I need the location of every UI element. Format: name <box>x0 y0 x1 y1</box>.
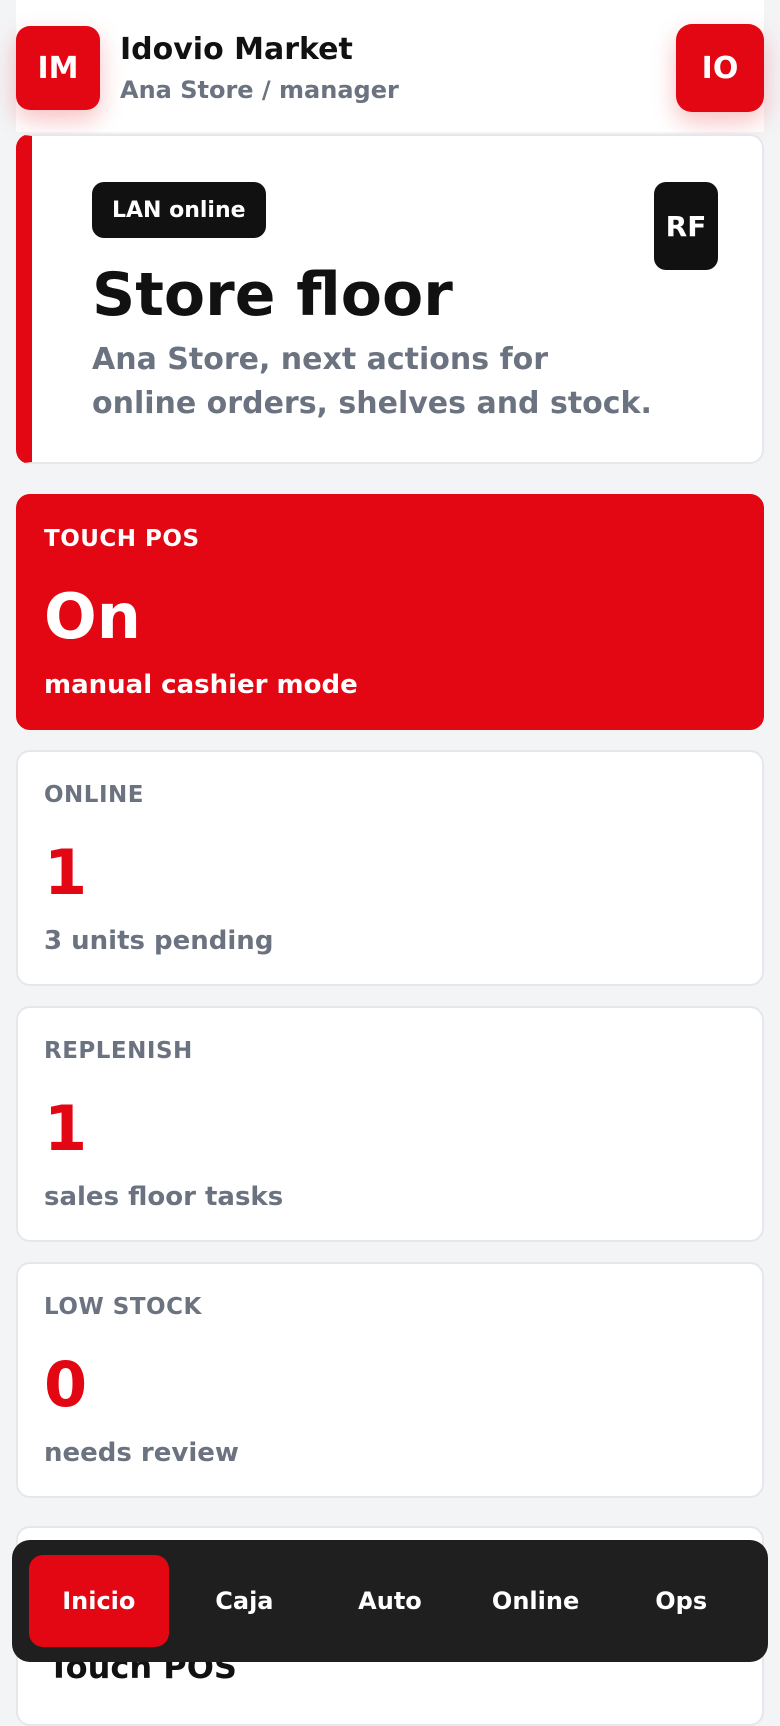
card-value: 1 <box>44 1092 88 1165</box>
card-subtitle: needs review <box>44 1438 239 1468</box>
card-label: TOUCH POS <box>44 526 200 552</box>
card-subtitle: sales floor tasks <box>44 1182 284 1212</box>
card-label: ONLINE <box>44 782 144 808</box>
card-value: 1 <box>44 836 88 909</box>
card-value: On <box>44 580 141 653</box>
nav-item-ops[interactable]: Ops <box>611 1555 751 1647</box>
page-title: Store floor <box>92 260 453 330</box>
card-label: REPLENISH <box>44 1038 193 1064</box>
app-subtitle: Ana Store / manager <box>120 76 399 104</box>
rf-button[interactable]: RF <box>654 182 718 270</box>
bottom-nav: Inicio Caja Auto Online Ops <box>12 1540 768 1662</box>
replenish-card[interactable]: REPLENISH 1 sales floor tasks <box>16 1006 764 1242</box>
nav-item-inicio[interactable]: Inicio <box>28 1555 169 1647</box>
nav-item-online[interactable]: Online <box>466 1555 606 1647</box>
store-floor-hero-card: LAN online RF Store floor Ana Store, nex… <box>16 134 764 464</box>
lan-status-badge: LAN online <box>92 182 266 238</box>
app-header: IM Idovio Market Ana Store / manager IO <box>16 0 764 132</box>
card-label: LOW STOCK <box>44 1294 202 1320</box>
user-avatar-button[interactable]: IO <box>676 24 764 112</box>
nav-item-caja[interactable]: Caja <box>174 1555 314 1647</box>
card-subtitle: manual cashier mode <box>44 670 358 700</box>
page-description: Ana Store, next actions for online order… <box>92 342 652 421</box>
app-title: Idovio Market <box>120 32 353 67</box>
store-logo-avatar: IM <box>16 26 100 110</box>
touch-pos-card[interactable]: TOUCH POS On manual cashier mode <box>16 494 764 730</box>
card-subtitle: 3 units pending <box>44 926 274 956</box>
online-card[interactable]: ONLINE 1 3 units pending <box>16 750 764 986</box>
low-stock-card[interactable]: LOW STOCK 0 needs review <box>16 1262 764 1498</box>
nav-item-auto[interactable]: Auto <box>320 1555 460 1647</box>
card-value: 0 <box>44 1348 88 1421</box>
